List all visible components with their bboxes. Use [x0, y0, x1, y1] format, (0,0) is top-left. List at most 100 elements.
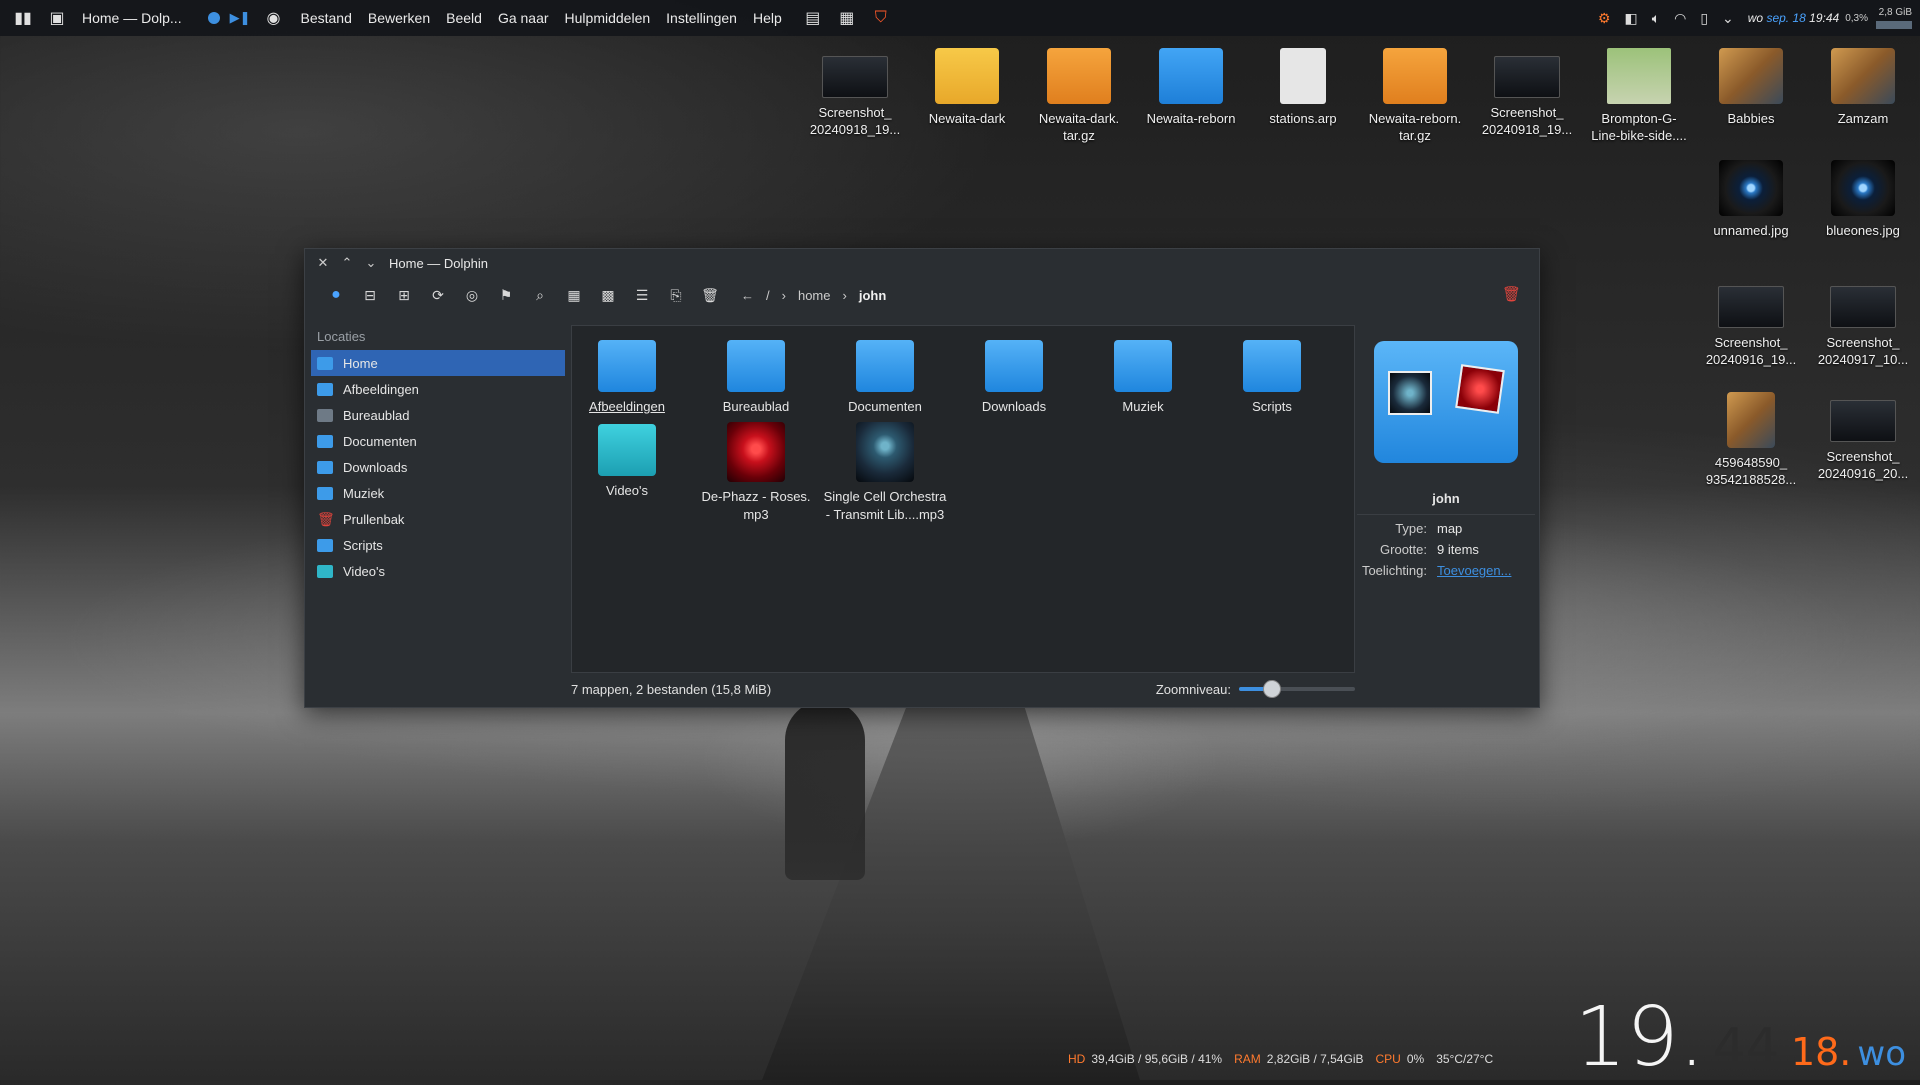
- search-icon[interactable]: ⌕: [523, 282, 557, 308]
- maximize-icon[interactable]: ⌃: [335, 255, 359, 271]
- menu-bewerken[interactable]: Bewerken: [368, 10, 430, 26]
- desktop-icon[interactable]: Newaita-reborn. tar.gz: [1365, 48, 1465, 144]
- places-panel-icon[interactable]: ●: [319, 282, 353, 308]
- menu-ga-naar[interactable]: Ga naar: [498, 10, 549, 26]
- zoom-slider[interactable]: [1239, 680, 1355, 698]
- file-view[interactable]: Afbeeldingen Bureaublad Documenten Downl…: [571, 325, 1355, 673]
- breadcrumb-home[interactable]: home: [798, 288, 831, 303]
- preview-photo-face: [1388, 371, 1432, 415]
- file-item[interactable]: Afbeeldingen: [563, 326, 691, 416]
- status-text: 7 mappen, 2 bestanden (15,8 MiB): [571, 681, 772, 697]
- desktop-icon[interactable]: unnamed.jpg: [1701, 160, 1801, 239]
- breadcrumb-root[interactable]: /: [766, 288, 770, 303]
- memory-bar: [1876, 21, 1912, 29]
- sidebar-item-downloads[interactable]: Downloads: [311, 454, 565, 480]
- sidebar-item-scripts[interactable]: Scripts: [311, 532, 565, 558]
- app-launcher-icon[interactable]: ▮▮: [12, 7, 34, 29]
- clipboard-icon[interactable]: ◧: [1624, 10, 1637, 27]
- menu-instellingen[interactable]: Instellingen: [666, 10, 737, 26]
- panel-layout-icon[interactable]: ⊞: [387, 282, 421, 308]
- sidebar-item-afbeeldingen[interactable]: Afbeeldingen: [311, 376, 565, 402]
- file-item[interactable]: Single Cell Orchestra - Transmit Lib....…: [821, 422, 949, 524]
- desktop-icon[interactable]: Screenshot_ 20240916_20...: [1813, 392, 1913, 482]
- clock-weekday: wo: [1857, 1034, 1906, 1074]
- file-item[interactable]: Muziek: [1079, 326, 1207, 416]
- desktop-icon[interactable]: Screenshot_ 20240918_19...: [1477, 48, 1577, 138]
- desktop-icon[interactable]: Newaita-dark. tar.gz: [1029, 48, 1129, 144]
- folder-documents-icon: [856, 340, 914, 392]
- audio-app-icon[interactable]: ◉: [262, 7, 284, 29]
- folder-icon: [1831, 48, 1895, 104]
- add-comment-link[interactable]: Toevoegen...: [1437, 563, 1511, 578]
- chevron-down-icon[interactable]: ⌄: [1722, 10, 1734, 27]
- wallpaper-figure: [785, 700, 865, 880]
- task-window-title[interactable]: Home — Dolp...: [82, 10, 182, 26]
- sidebar-item-muziek[interactable]: Muziek: [311, 480, 565, 506]
- compact-view-icon[interactable]: ▩: [591, 282, 625, 308]
- desktop-icon[interactable]: Screenshot_ 20240916_19...: [1701, 278, 1801, 368]
- desktop-icon[interactable]: Brompton-G- Line-bike-side....: [1589, 48, 1689, 144]
- brave-browser-icon[interactable]: ⛉: [870, 7, 892, 29]
- network-icon[interactable]: ◠: [1674, 10, 1686, 27]
- bookmark-icon[interactable]: ⚑: [489, 282, 523, 308]
- reload-icon[interactable]: ⟳: [421, 282, 455, 308]
- desktop-icon[interactable]: Screenshot_ 20240917_10...: [1813, 278, 1913, 368]
- icons-view-icon[interactable]: ▦: [557, 282, 591, 308]
- desktop-icon[interactable]: Screenshot_ 20240918_19...: [805, 48, 905, 138]
- sidebar-item-documenten[interactable]: Documenten: [311, 428, 565, 454]
- image-thumbnail: [1607, 48, 1671, 104]
- desktop-icon[interactable]: Babbies: [1701, 48, 1801, 127]
- sidebar-item-label: Documenten: [343, 433, 417, 449]
- update-icon[interactable]: ⚙: [1598, 10, 1611, 27]
- desktop-icon-label: Zamzam: [1837, 111, 1889, 126]
- preview-icon[interactable]: ◎: [455, 282, 489, 308]
- desktop-icon[interactable]: Zamzam: [1813, 48, 1913, 127]
- details-view-icon[interactable]: ☰: [625, 282, 659, 308]
- window-title: Home — Dolphin: [389, 255, 488, 271]
- desktop-icon[interactable]: Newaita-dark: [917, 48, 1017, 127]
- sidebar-item-bureaublad[interactable]: Bureaublad: [311, 402, 565, 428]
- menu-bestand[interactable]: Bestand: [300, 10, 351, 26]
- zoom-slider-handle[interactable]: [1263, 680, 1282, 698]
- back-arrow-icon[interactable]: ←: [741, 288, 754, 303]
- tray-date[interactable]: wo sep. 18 19:44: [1748, 11, 1839, 25]
- new-file-icon[interactable]: ⎘: [659, 282, 693, 308]
- folder-music-icon: [1114, 340, 1172, 392]
- desktop-icon[interactable]: stations.arp: [1253, 48, 1353, 127]
- sidebar-item-home[interactable]: Home: [311, 350, 565, 376]
- file-label: Video's: [606, 483, 648, 498]
- trash-icon[interactable]: 🗑︎: [1502, 285, 1521, 303]
- file-item[interactable]: Downloads: [950, 326, 1078, 416]
- volume-icon[interactable]: 🔈︎: [1652, 10, 1660, 27]
- folder-icon: [935, 48, 999, 104]
- close-icon[interactable]: ✕: [311, 255, 335, 271]
- memory-monitor[interactable]: 2,8 GiB: [1876, 7, 1912, 29]
- sidebar-item-label: Home: [343, 355, 378, 371]
- sidebar-item-videos[interactable]: Video's: [311, 558, 565, 584]
- play-pause-icon[interactable]: ▶❚: [230, 10, 251, 26]
- menu-beeld[interactable]: Beeld: [446, 10, 482, 26]
- file-item[interactable]: De-Phazz - Roses. mp3: [692, 422, 820, 524]
- save-icon[interactable]: ▣: [46, 7, 68, 29]
- file-item[interactable]: Bureaublad: [692, 326, 820, 416]
- breadcrumb-current[interactable]: john: [859, 288, 886, 303]
- calendar-app-icon[interactable]: ▦: [836, 7, 858, 29]
- menu-help[interactable]: Help: [753, 10, 782, 26]
- desktop-icon[interactable]: Newaita-reborn: [1141, 48, 1241, 127]
- delete-icon[interactable]: 🗑︎: [693, 282, 727, 308]
- desktop-icon[interactable]: 459648590_ 93542188528...: [1701, 392, 1801, 488]
- title-bar[interactable]: ✕ ⌃ ⌄ Home — Dolphin: [305, 249, 1539, 277]
- menu-hulpmiddelen[interactable]: Hulpmiddelen: [565, 10, 651, 26]
- minimize-icon[interactable]: ⌄: [359, 255, 383, 271]
- battery-icon[interactable]: ▯: [1700, 10, 1708, 27]
- file-item[interactable]: Documenten: [821, 326, 949, 416]
- file-item[interactable]: Scripts: [1208, 326, 1336, 416]
- cabinet-icon[interactable]: ▤: [802, 7, 824, 29]
- cpu-monitor[interactable]: 0,3%: [1845, 13, 1868, 24]
- info-row-type: Type: map: [1357, 521, 1535, 536]
- desktop-icon[interactable]: blueones.jpg: [1813, 160, 1913, 239]
- media-indicator-icon[interactable]: [207, 12, 220, 24]
- split-view-icon[interactable]: ⊟: [353, 282, 387, 308]
- file-item[interactable]: Video's: [563, 422, 691, 500]
- sidebar-item-prullenbak[interactable]: 🗑︎ Prullenbak: [311, 506, 565, 532]
